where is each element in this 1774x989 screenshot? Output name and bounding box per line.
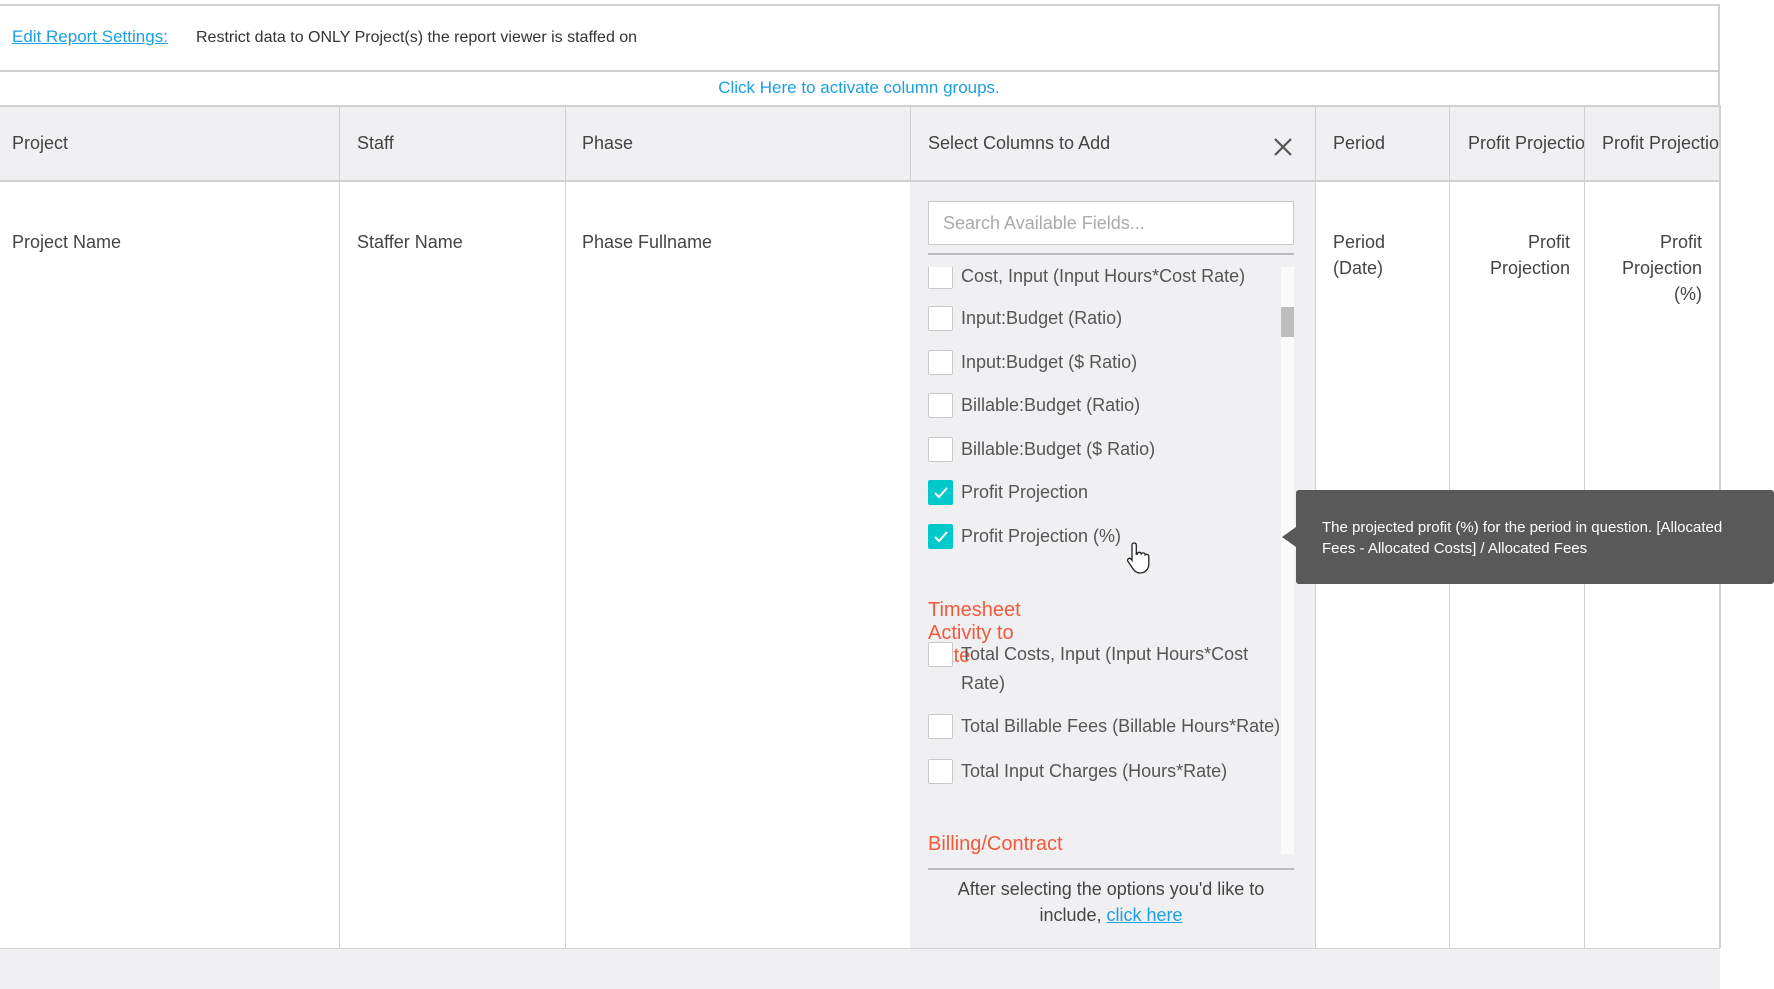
check-icon <box>934 531 948 543</box>
panel-title: Select Columns to Add <box>928 133 1111 153</box>
tooltip: The projected profit (%) for the period … <box>1296 490 1774 584</box>
header-profit-projection-pct[interactable]: Profit Projectio <box>1602 133 1720 154</box>
field-option-label: Profit Projection (%) <box>961 526 1122 546</box>
checkbox[interactable] <box>928 350 953 375</box>
field-option[interactable]: Total Input Charges (Hours*Rate) <box>928 757 1283 786</box>
field-option[interactable]: Input:Budget (Ratio) <box>928 304 1283 333</box>
field-option[interactable]: Cost, Input (Input Hours*Cost Rate) <box>928 267 1283 291</box>
checkbox[interactable] <box>928 714 953 739</box>
field-option-label: Input:Budget (Ratio) <box>961 308 1123 328</box>
field-option[interactable]: Profit Projection <box>928 478 1283 507</box>
field-option[interactable]: Billable:Budget ($ Ratio) <box>928 435 1283 464</box>
header-staff[interactable]: Staff <box>357 133 394 154</box>
header-project[interactable]: Project <box>12 133 68 154</box>
divider <box>928 253 1294 255</box>
check-icon <box>934 487 948 499</box>
checkbox[interactable] <box>928 267 953 289</box>
hand-cursor-icon <box>1126 542 1150 574</box>
field-option[interactable]: Profit Projection (%) <box>928 522 1283 551</box>
search-fields-input[interactable] <box>928 201 1294 245</box>
header-profit-projection[interactable]: Profit Projectio <box>1468 133 1584 154</box>
field-option-label: Billable:Budget (Ratio) <box>961 395 1141 415</box>
edit-report-settings-link[interactable]: Edit Report Settings: <box>12 27 168 47</box>
field-option-label: Total Costs, Input (Input Hours*Cost Rat… <box>961 644 1249 693</box>
field-option[interactable]: Billable:Budget (Ratio) <box>928 391 1283 420</box>
activate-column-groups-link[interactable]: Click Here to activate column groups. <box>0 72 1720 105</box>
checkbox[interactable] <box>928 393 953 418</box>
field-option[interactable]: Total Costs, Input (Input Hours*Cost Rat… <box>928 640 1283 698</box>
close-icon[interactable] <box>1270 134 1296 160</box>
cell-staffer-name: Staffer Name <box>357 232 463 252</box>
checkbox[interactable] <box>928 642 953 667</box>
field-option-label: Input:Budget ($ Ratio) <box>961 352 1138 372</box>
field-option-label: Cost, Input (Input Hours*Cost Rate) <box>961 267 1246 286</box>
tooltip-arrow <box>1282 527 1296 547</box>
field-option-label: Total Input Charges (Hours*Rate) <box>961 761 1228 781</box>
cell-project-name: Project Name <box>12 232 122 252</box>
cell-phase-fullname: Phase Fullname <box>582 232 713 252</box>
restriction-text: Restrict data to ONLY Project(s) the rep… <box>196 29 638 46</box>
header-period[interactable]: Period <box>1333 133 1385 154</box>
apply-columns-link[interactable]: click here <box>1107 905 1183 925</box>
field-option-label: Profit Projection <box>961 482 1089 502</box>
table-footer <box>0 948 1720 989</box>
panel-footnote: After selecting the options you'd like t… <box>928 876 1294 928</box>
checkbox[interactable] <box>928 437 953 462</box>
checkbox[interactable] <box>928 759 953 784</box>
divider <box>928 868 1294 870</box>
field-option[interactable]: Input:Budget ($ Ratio) <box>928 348 1283 377</box>
header-phase[interactable]: Phase <box>582 133 633 154</box>
field-option-label: Billable:Budget ($ Ratio) <box>961 439 1156 459</box>
checkbox[interactable] <box>928 524 953 549</box>
checkbox[interactable] <box>928 480 953 505</box>
section-heading-billing: Billing/Contract Settings <box>928 833 1063 854</box>
field-option-label: Total Billable Fees (Billable Hours*Rate… <box>961 716 1281 736</box>
field-option[interactable]: Total Billable Fees (Billable Hours*Rate… <box>928 712 1283 741</box>
checkbox[interactable] <box>928 306 953 331</box>
